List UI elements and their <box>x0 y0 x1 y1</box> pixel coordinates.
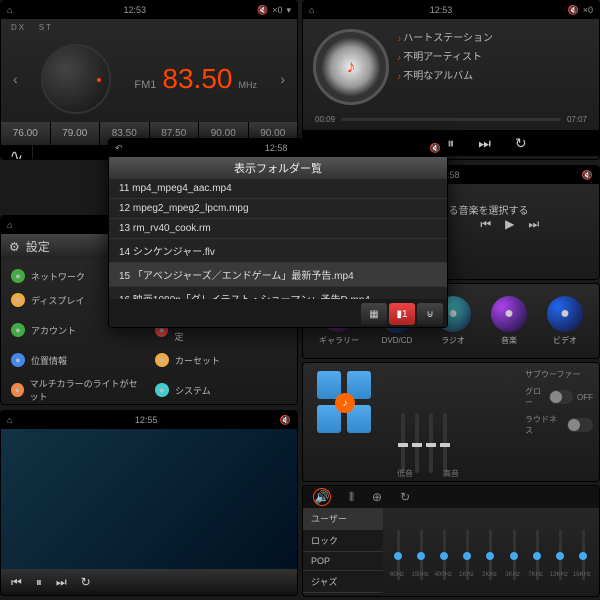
seat-eq-panel: ♪ サブウーファー グローOFF ラウドネス 低音高音 <box>302 362 600 482</box>
usb-button[interactable]: ⊎ <box>417 303 443 325</box>
radio-panel: ⌂ 12:53 🔇×0▾ DX ST ‹ FM1 83.50 MHz › 76.… <box>0 0 298 160</box>
settings-item[interactable]: ●カーセット <box>155 349 287 371</box>
battery-icon: ▾ <box>286 5 291 16</box>
eq-band-slider[interactable]: 1KHz <box>466 530 469 580</box>
eq-preset[interactable]: ロック <box>303 530 383 552</box>
waveform-icon[interactable]: ∿ <box>1 145 33 160</box>
prev-freq-button[interactable]: ‹ <box>13 71 18 87</box>
file-item[interactable]: 14 シンケンジャー.flv <box>109 239 447 263</box>
back-icon[interactable]: ↶ <box>115 143 123 154</box>
video-repeat-button[interactable]: ↻ <box>81 575 91 589</box>
now-playing-panel: ⌂ 12:53 🔇×0 ハートステーション 不明アーティスト 不明なアルバム 0… <box>302 0 600 160</box>
video-player: ⌂12:55🔇 ⏮ ⏸ ⏭ ↻ <box>0 410 298 596</box>
slider-3[interactable] <box>429 413 433 473</box>
status-time: 12:53 <box>12 5 257 15</box>
file-item[interactable]: 15 「アベンジャーズ／エンドゲーム」最新予告.mp4 <box>109 263 447 287</box>
app-launcher[interactable]: ●音楽 <box>491 296 527 346</box>
freq-unit: MHz <box>238 80 257 90</box>
tuning-dial[interactable] <box>41 44 111 114</box>
band-label: FM1 <box>134 79 156 91</box>
file-item[interactable]: 13 rm_rv40_cook.rm <box>109 219 447 239</box>
status-bar: ⌂ 12:53 🔇×0▾ <box>1 1 297 19</box>
progress-bar[interactable] <box>341 118 561 121</box>
widget-track: 生する音楽を選択する <box>429 202 591 217</box>
folder-dialog: ↶12:58🔇 表示フォルダー覧 11 mp4_mpeg4_aac.mp412 … <box>108 138 448 328</box>
slider-1[interactable] <box>401 413 405 473</box>
glow-toggle[interactable] <box>549 390 573 404</box>
eq-tab-balance-icon[interactable]: ⊕ <box>372 490 382 504</box>
play-button[interactable]: ▶ <box>505 217 514 232</box>
eq-tab-speaker-icon[interactable]: 🔊 <box>313 488 331 506</box>
next-track-button[interactable]: ⏭ <box>478 135 491 152</box>
eq-band-slider[interactable]: 60Hz <box>397 530 400 580</box>
preset-button[interactable]: 76.00 <box>1 122 50 145</box>
status-bar: ⌂ 12:53 🔇×0 <box>303 1 599 19</box>
eq-preset[interactable]: ジャズ <box>303 571 383 593</box>
frequency-value: 83.50 <box>162 63 232 95</box>
total-time: 07:07 <box>567 115 587 124</box>
grid-view-button[interactable]: ▦ <box>361 303 387 325</box>
track-album: 不明なアルバム <box>397 67 493 82</box>
prev-button[interactable]: ⏮ <box>480 217 491 232</box>
music-ball-icon[interactable]: ♪ <box>335 393 355 413</box>
eq-band-slider[interactable]: 150Hz <box>420 530 423 580</box>
elapsed-time: 00:09 <box>315 115 335 124</box>
app-launcher[interactable]: ●ビデオ <box>547 296 583 346</box>
file-list: 11 mp4_mpeg4_aac.mp412 mpeg2_mpeg2_lpcm.… <box>109 179 447 299</box>
settings-item[interactable]: ●位置情報 <box>11 349 143 371</box>
track-artist: 不明アーティスト <box>397 48 493 63</box>
video-prev-button[interactable]: ⏮ <box>11 575 22 590</box>
subwoofer-label: サブウーファー <box>525 369 593 380</box>
eq-preset[interactable]: POP <box>303 552 383 571</box>
settings-item[interactable]: ●システム <box>155 373 287 405</box>
preset-button[interactable]: 79.00 <box>51 122 100 145</box>
eq-tab-refresh-icon[interactable]: ↻ <box>400 490 410 504</box>
file-item[interactable]: 16 映画1080p「グレイテスト・ショーマン」予告D.mp4 <box>109 287 447 299</box>
eq-tab-sliders-icon[interactable]: ⫴ <box>349 490 354 505</box>
eq-band-slider[interactable]: 3KHz <box>513 530 516 580</box>
mute-icon: 🔇 <box>257 5 268 16</box>
st-indicator: ST <box>39 23 53 32</box>
eq-preset[interactable]: エレクトロニ <box>303 593 383 597</box>
next-button[interactable]: ⏭ <box>528 217 539 232</box>
sd-card-button[interactable]: ▮1 <box>389 303 415 325</box>
gear-icon: ⚙ <box>9 240 20 254</box>
eq-preset[interactable]: ユーザー <box>303 508 383 530</box>
eq-band-slider[interactable]: 16KHz <box>582 530 585 580</box>
video-viewport[interactable] <box>1 429 297 569</box>
eq-band-slider[interactable]: 7KHz <box>536 530 539 580</box>
video-next-button[interactable]: ⏭ <box>56 575 67 590</box>
eq-bands: 60Hz 150Hz 400Hz 1KHz 2KHz 3KHz 7KHz 13KHz 16KHz <box>383 508 599 596</box>
video-pause-button[interactable]: ⏸ <box>36 575 42 590</box>
settings-title: 設定 <box>26 238 50 255</box>
equalizer-panel: 🔊 ⫴ ⊕ ↻ ユーザーロックPOPジャズエレクトロニ 60Hz 150Hz 400… <box>302 485 600 597</box>
eq-preset-list: ユーザーロックPOPジャズエレクトロニ <box>303 508 383 596</box>
dx-indicator: DX <box>11 23 26 32</box>
track-title: ハートステーション <box>397 29 493 44</box>
file-item[interactable]: 11 mp4_mpeg4_aac.mp4 <box>109 179 447 199</box>
loudness-toggle[interactable] <box>567 418 593 432</box>
settings-item[interactable]: ●マルチカラーのライトがセット <box>11 373 143 405</box>
pause-button[interactable]: ⏸ <box>447 135 454 152</box>
dialog-title: 表示フォルダー覧 <box>109 157 447 179</box>
album-disc <box>313 29 389 105</box>
eq-band-slider[interactable]: 2KHz <box>489 530 492 580</box>
slider-2[interactable] <box>415 413 419 473</box>
eq-band-slider[interactable]: 13KHz <box>559 530 562 580</box>
eq-band-slider[interactable]: 400Hz <box>443 530 446 580</box>
file-item[interactable]: 12 mpeg2_mpeg2_lpcm.mpg <box>109 199 447 219</box>
repeat-icon[interactable]: ↻ <box>515 135 527 152</box>
slider-4[interactable] <box>443 413 447 473</box>
next-freq-button[interactable]: › <box>280 71 285 87</box>
